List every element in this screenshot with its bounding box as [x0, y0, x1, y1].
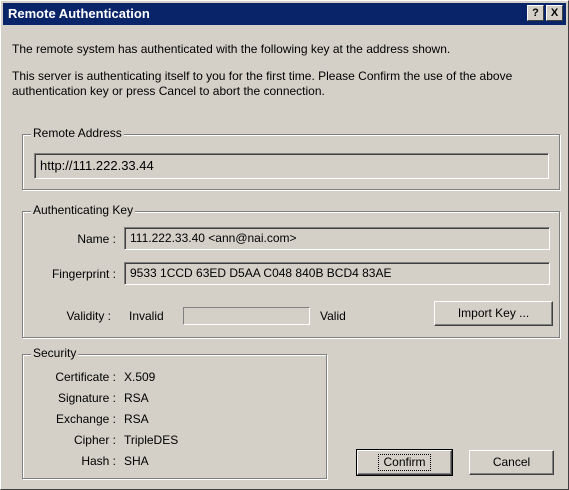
- exchange-value: RSA: [124, 412, 149, 426]
- signature-label: Signature :: [57, 391, 116, 405]
- signature-value: RSA: [124, 391, 149, 405]
- confirm-label: Confirm: [378, 454, 431, 471]
- cancel-button[interactable]: Cancel: [469, 450, 554, 475]
- help-button[interactable]: ?: [527, 5, 544, 21]
- import-key-button[interactable]: Import Key ...: [434, 301, 553, 326]
- certificate-label: Certificate :: [55, 370, 116, 384]
- hash-value: SHA: [124, 454, 149, 468]
- close-button[interactable]: X: [546, 5, 563, 21]
- exchange-label: Exchange :: [55, 412, 116, 426]
- cipher-value: TripleDES: [124, 433, 179, 447]
- security-legend: Security: [31, 346, 79, 360]
- certificate-value: X.509: [124, 370, 156, 384]
- authenticating-key-legend: Authenticating Key: [31, 203, 136, 217]
- cancel-label: Cancel: [492, 455, 531, 469]
- remote-address-field[interactable]: http://111.222.33.44: [34, 153, 549, 179]
- name-field[interactable]: 111.222.33.40 <ann@nai.com>: [124, 227, 550, 250]
- validity-label: Validity :: [66, 309, 111, 323]
- cipher-label: Cipher :: [73, 433, 116, 447]
- confirm-button[interactable]: Confirm: [356, 449, 453, 476]
- window-title: Remote Authentication: [8, 6, 150, 21]
- remote-address-legend: Remote Address: [31, 126, 124, 140]
- fingerprint-field[interactable]: 9533 1CCD 63ED D5AA C048 840B BCD4 83AE: [124, 262, 550, 285]
- validity-valid-label: Valid: [320, 309, 346, 323]
- message-line-2: This server is authenticating itself to …: [12, 69, 513, 98]
- validity-meter: [183, 307, 310, 325]
- import-key-label: Import Key ...: [457, 306, 530, 320]
- hash-label: Hash :: [81, 454, 116, 468]
- validity-invalid-label: Invalid: [129, 309, 164, 323]
- message-line-1: The remote system has authenticated with…: [12, 42, 451, 56]
- title-bar[interactable]: Remote Authentication ? X: [3, 3, 566, 25]
- fingerprint-label: Fingerprint :: [51, 267, 116, 281]
- remote-authentication-dialog: Remote Authentication ? X The remote sys…: [0, 0, 569, 490]
- name-label: Name :: [77, 232, 116, 246]
